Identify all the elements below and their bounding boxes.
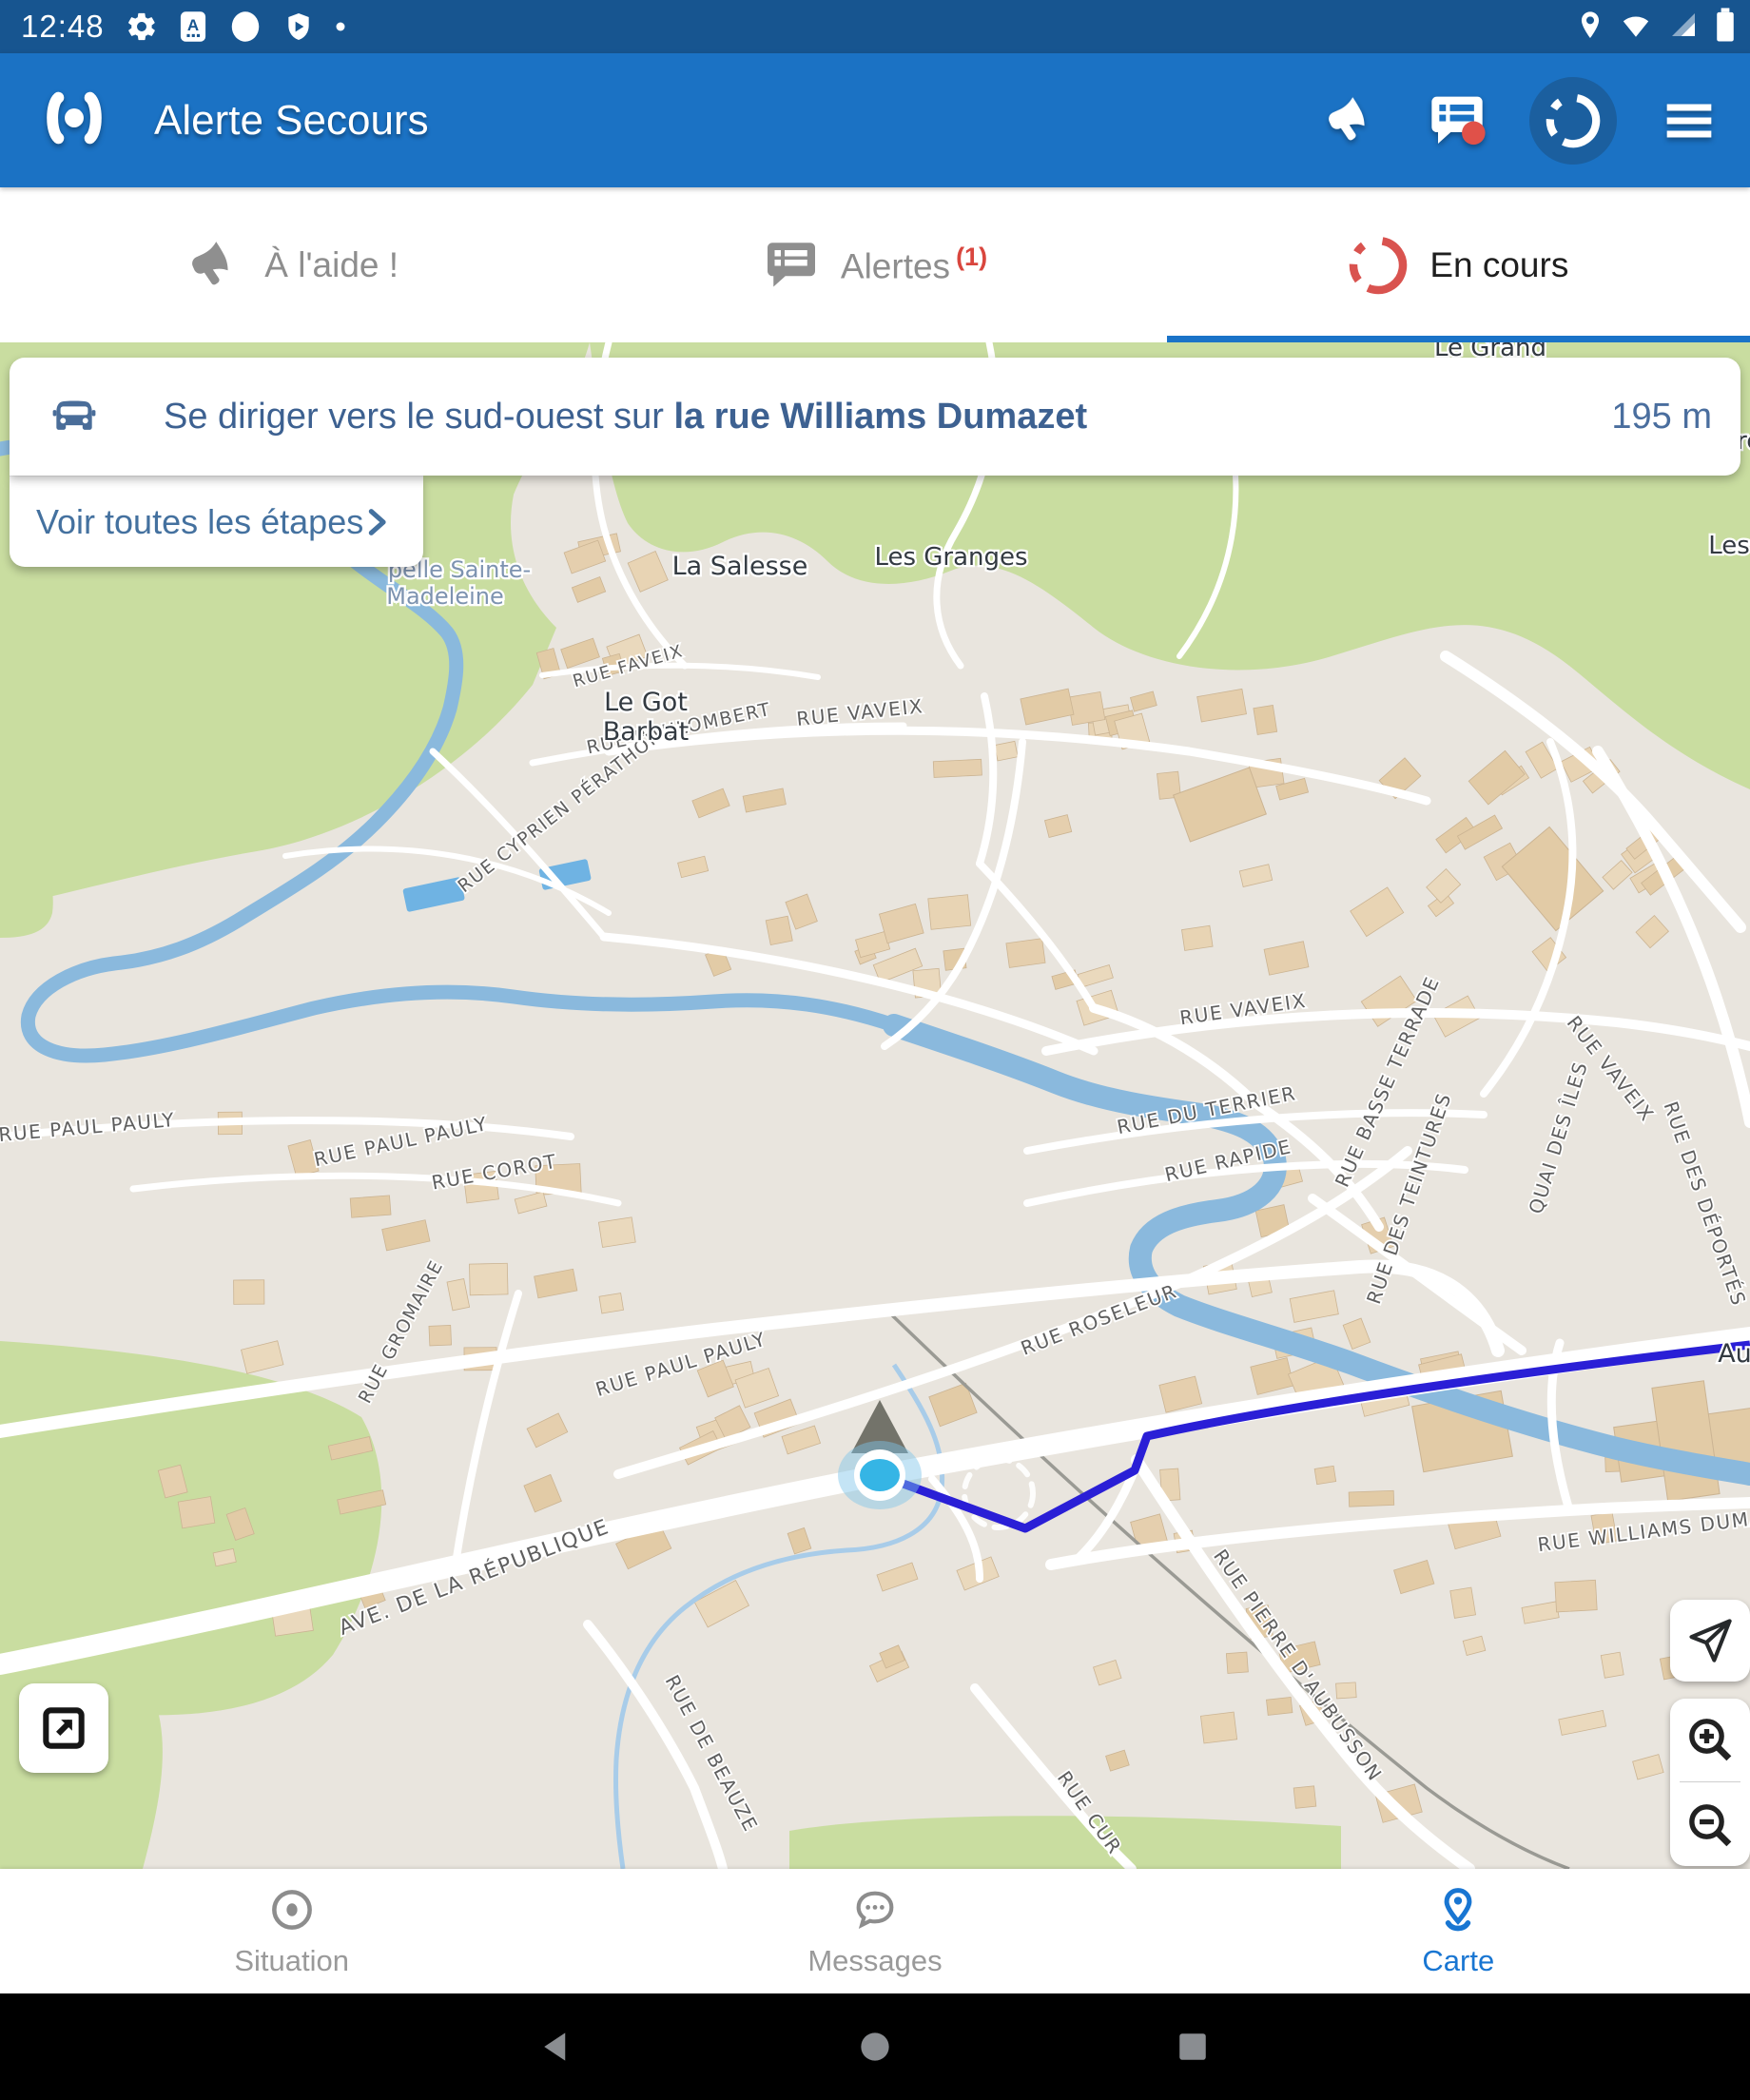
location-icon: [1575, 8, 1605, 47]
tab-bar: À l'aide ! Alertes(1) En cours: [0, 187, 1750, 342]
place-label: Barbat: [603, 717, 689, 747]
bottom-navigation: Situation Messages Carte: [0, 1869, 1750, 1993]
zoom-out-icon: [1683, 1799, 1737, 1852]
clock: 12:48: [21, 9, 105, 45]
progress-circle-icon: [1348, 235, 1409, 296]
nav-label: Messages: [807, 1944, 942, 1978]
recents-icon[interactable]: [1172, 2026, 1214, 2068]
megaphone-icon[interactable]: [1316, 87, 1385, 155]
nav-item-carte[interactable]: Carte: [1167, 1869, 1750, 1993]
instruction-road: la rue Williams Dumazet: [673, 397, 1087, 437]
status-bar: 12:48 A: [0, 0, 1750, 53]
tab-a-laide[interactable]: À l'aide !: [0, 187, 583, 342]
all-steps-button[interactable]: Voir toutes les étapes: [10, 476, 423, 567]
target-icon: [267, 1885, 317, 1935]
battery-icon: [1714, 7, 1737, 48]
tab-alertes[interactable]: Alertes(1): [583, 187, 1166, 342]
tab-label: Alertes(1): [841, 243, 987, 286]
divider: [1680, 1781, 1740, 1782]
chat-list-icon: [763, 237, 820, 294]
app-title: Alerte Secours: [154, 97, 429, 145]
tab-en-cours[interactable]: En cours: [1167, 187, 1750, 342]
place-label: Au: [1718, 1339, 1750, 1369]
zoom-controls: [1670, 1699, 1750, 1866]
record-circle-icon: [228, 10, 262, 44]
navigate-icon: [1685, 1616, 1735, 1665]
progress-circle-icon[interactable]: [1529, 77, 1617, 165]
shield-play-icon: [283, 10, 314, 43]
android-navigation-bar: [0, 1993, 1750, 2100]
zoom-in-button[interactable]: [1670, 1700, 1750, 1779]
active-tab-indicator: [1167, 336, 1750, 342]
chat-list-icon[interactable]: [1423, 87, 1491, 155]
place-label: Les Granges: [874, 543, 1027, 572]
radio-waves-logo: [38, 84, 110, 157]
nav-item-situation[interactable]: Situation: [0, 1869, 583, 1993]
recenter-button[interactable]: [1670, 1600, 1750, 1682]
home-icon[interactable]: [854, 2026, 896, 2068]
chat-dots-icon: [850, 1885, 900, 1935]
svg-text:A: A: [186, 16, 198, 34]
gear-icon: [126, 10, 158, 43]
megaphone-icon: [181, 231, 247, 298]
instruction-text: Se diriger vers le sud-ouest sur la rue …: [164, 397, 1087, 438]
open-external-button[interactable]: [19, 1683, 108, 1773]
navigation-instruction-card[interactable]: Se diriger vers le sud-ouest sur la rue …: [10, 358, 1740, 476]
place-label: Les: [1708, 532, 1750, 560]
cell-signal-icon: [1666, 8, 1701, 47]
map-pin-icon: [1433, 1885, 1483, 1935]
all-steps-label: Voir toutes les étapes: [36, 502, 363, 542]
place-label: Le Got: [604, 688, 688, 717]
wifi-icon: [1619, 8, 1653, 47]
app-bar: Alerte Secours: [0, 53, 1750, 187]
menu-icon[interactable]: [1655, 87, 1723, 155]
open-external-icon: [37, 1701, 90, 1755]
zoom-in-icon: [1683, 1713, 1737, 1766]
notification-dot: [335, 21, 346, 32]
place-label: Madeleine: [386, 583, 504, 610]
nav-item-messages[interactable]: Messages: [583, 1869, 1166, 1993]
distance-to-step: 195 m: [1611, 397, 1712, 438]
tab-label: En cours: [1429, 245, 1568, 285]
nav-label: Situation: [234, 1944, 349, 1978]
map[interactable]: RUE FAVEIXRUE POULOMBERTRUE VAVEIXRUE CY…: [0, 342, 1750, 1869]
place-label: La Salesse: [672, 552, 808, 581]
a-box-icon: A: [179, 10, 207, 43]
zoom-out-button[interactable]: [1670, 1785, 1750, 1865]
back-icon[interactable]: [536, 2026, 578, 2068]
chevron-right-icon: [360, 506, 393, 538]
alert-count-badge: (1): [956, 243, 987, 271]
tab-label: À l'aide !: [264, 245, 399, 285]
car-icon: [44, 386, 105, 447]
nav-label: Carte: [1422, 1944, 1494, 1978]
